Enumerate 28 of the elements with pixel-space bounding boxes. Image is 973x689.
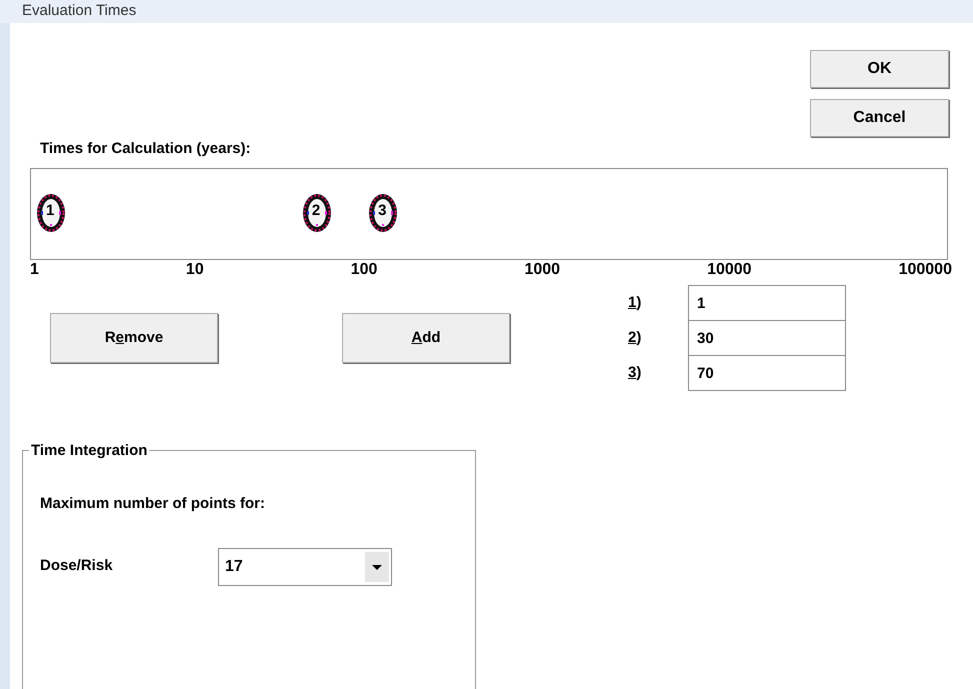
axis-tick-label: 100	[350, 262, 378, 278]
clock-icon	[300, 191, 333, 235]
time-input-field[interactable]: 70	[688, 355, 846, 391]
axis-tick-label: 10	[186, 262, 204, 278]
time-index-label: 3)	[628, 363, 642, 384]
dose-risk-dropdown[interactable]: 17	[218, 548, 392, 586]
axis-tick-label: 1	[30, 262, 39, 278]
dose-risk-label: Dose/Risk	[40, 556, 114, 576]
marker-number: 2	[312, 203, 320, 218]
times-label: Times for Calculation (years):	[40, 138, 252, 158]
axis-tick-label: 10000	[707, 262, 752, 278]
time-index-label: 1)	[628, 293, 642, 314]
group-caption: Maximum number of points for:	[40, 494, 266, 514]
axis-tick-label: 1000	[524, 262, 560, 278]
time-input-field[interactable]: 1	[688, 285, 846, 321]
action-button[interactable]: Add	[342, 313, 510, 363]
marker-number: 1	[46, 203, 54, 218]
dialog-button[interactable]: OK	[810, 50, 949, 88]
time-index-label: 2)	[628, 328, 642, 348]
action-button[interactable]: Remove	[50, 313, 218, 363]
clock-icon	[35, 191, 67, 235]
window-title: Evaluation Times	[22, 1, 136, 21]
dialog-button[interactable]: Cancel	[810, 98, 949, 136]
axis-tick-label: 100000	[898, 262, 952, 278]
marker-number: 3	[378, 203, 386, 218]
time-input-field[interactable]: 30	[688, 320, 846, 356]
timeline-canvas[interactable]: 1 2 3	[30, 168, 948, 260]
clock-icon	[367, 191, 400, 235]
